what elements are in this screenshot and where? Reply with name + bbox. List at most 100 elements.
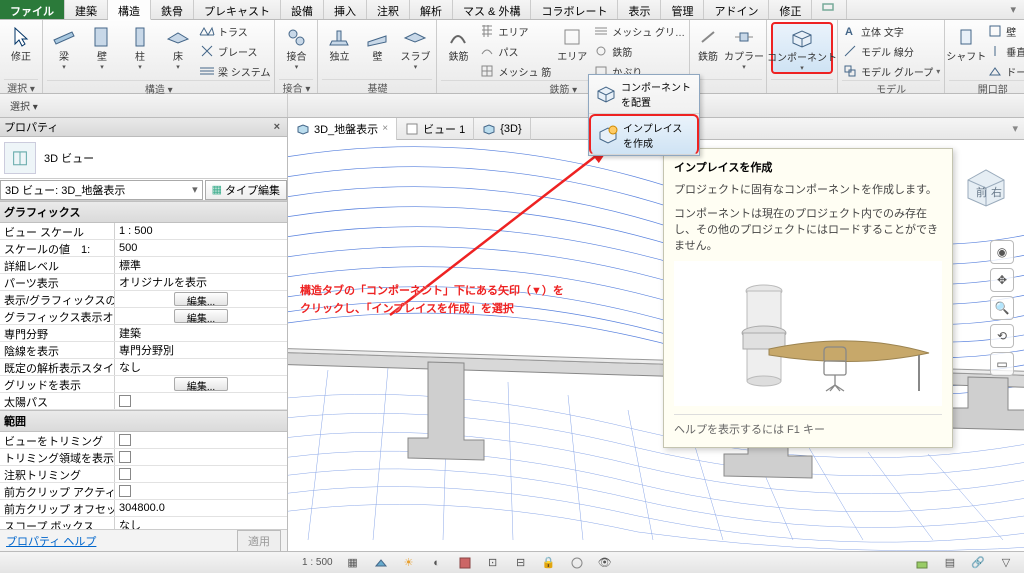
rebar-area-button[interactable]: エリア (479, 22, 551, 40)
tab-architecture[interactable]: 建築 (65, 0, 108, 19)
tab-annotate[interactable]: 注釈 (367, 0, 410, 19)
wall-button[interactable]: 壁▾ (85, 22, 119, 71)
connection-button[interactable]: 接合▾ (279, 22, 313, 71)
rebar2-button[interactable]: 鉄筋 (694, 22, 722, 63)
tab-view[interactable]: 表示 (618, 0, 661, 19)
rebar-meshgrid-button[interactable]: メッシュ グリ… (593, 22, 685, 40)
tab-insert[interactable]: 挿入 (324, 0, 367, 19)
beamsystem-button[interactable]: 梁 システム (199, 62, 270, 80)
open-vert-button[interactable]: 垂直 (987, 42, 1024, 60)
viewtab-3[interactable]: {3D} (474, 118, 530, 140)
slabfound-button[interactable]: スラブ▾ (398, 22, 432, 71)
prop-value[interactable] (115, 432, 287, 448)
viewtab-2[interactable]: ビュー 1 (397, 118, 474, 140)
prop-row[interactable]: 太陽パス (0, 393, 287, 410)
edit-type-button[interactable]: ▦ タイプ編集 (205, 180, 287, 200)
place-component-item[interactable]: コンポーネントを配置 (589, 75, 699, 114)
status-lock-icon[interactable]: 🔒 (537, 555, 561, 571)
viewtabs-overflow-icon[interactable]: ▾ (1006, 122, 1024, 135)
tab-addin[interactable]: アドイン (704, 0, 769, 19)
nav-zoom-button[interactable]: 🔍 (990, 296, 1014, 320)
prop-row[interactable]: 前方クリップ オフセット304800.0 (0, 500, 287, 517)
prop-value[interactable]: 500 (115, 240, 287, 256)
tab-modify[interactable]: 修正 (769, 0, 812, 19)
edit-button[interactable]: 編集... (174, 377, 228, 391)
tab-equipment[interactable]: 設備 (281, 0, 324, 19)
checkbox[interactable] (119, 468, 131, 480)
prop-row[interactable]: 既定の解析表示スタイルなし (0, 359, 287, 376)
status-crop2-icon[interactable]: ⊟ (509, 555, 533, 571)
prop-row[interactable]: トリミング領域を表示 (0, 449, 287, 466)
prop-row[interactable]: スコープ ボックスなし (0, 517, 287, 529)
rebar-button[interactable]: 鉄筋 (441, 22, 475, 63)
status-select-icon[interactable]: ▽ (994, 555, 1018, 571)
prop-value[interactable] (115, 449, 287, 465)
prop-row[interactable]: グラフィックス表示オプション編集... (0, 308, 287, 325)
tab-end[interactable] (812, 0, 847, 19)
prop-row[interactable]: 注釈トリミング (0, 466, 287, 483)
rebar-steel-button[interactable]: 鉄筋 (593, 42, 685, 60)
type-selector[interactable]: ◫ 3D ビュー (0, 137, 287, 179)
tab-steel[interactable]: 鉄骨 (151, 0, 194, 19)
status-temp-icon[interactable] (565, 555, 589, 571)
viewtab-1[interactable]: 3D_地盤表示 × (288, 118, 397, 140)
prop-value[interactable]: 専門分野別 (115, 342, 287, 358)
viewtab-1-close-icon[interactable]: × (382, 123, 388, 134)
column-button[interactable]: 柱▾ (123, 22, 157, 71)
tab-analysis[interactable]: 解析 (410, 0, 453, 19)
tab-file[interactable]: ファイル (0, 0, 65, 19)
checkbox[interactable] (119, 485, 131, 497)
isolated-button[interactable]: 独立 (322, 22, 356, 63)
prop-value[interactable]: 編集... (115, 308, 287, 324)
prop-row[interactable]: パーツ表示オリジナルを表示 (0, 274, 287, 291)
rebar-area2-button[interactable]: エリア (555, 22, 589, 63)
rebar-mesh-button[interactable]: メッシュ 筋 (479, 62, 551, 80)
checkbox[interactable] (119, 451, 131, 463)
modelgroup-button[interactable]: モデル グループ▾ (842, 62, 940, 80)
nav-wheel-button[interactable]: ◉ (990, 240, 1014, 264)
prop-row[interactable]: ビューをトリミング (0, 432, 287, 449)
prop-row[interactable]: 陰線を表示専門分野別 (0, 342, 287, 359)
truss-button[interactable]: トラス (199, 22, 270, 40)
nav-pan-button[interactable]: ✥ (990, 268, 1014, 292)
prop-value[interactable] (115, 483, 287, 499)
status-render-icon[interactable] (453, 555, 477, 571)
status-sun-icon[interactable]: ☀ (397, 555, 421, 571)
dormer-button[interactable]: ドーマ (987, 62, 1024, 80)
edit-button[interactable]: 編集... (174, 309, 228, 323)
tab-collaborate[interactable]: コラボレート (531, 0, 618, 19)
modelline-button[interactable]: モデル 線分 (842, 42, 940, 60)
prop-row[interactable]: スケールの値 1:500 (0, 240, 287, 257)
nav-section-button[interactable]: ▭ (990, 352, 1014, 376)
wallfound-button[interactable]: 壁 (360, 22, 394, 63)
brace-button[interactable]: ブレース (199, 42, 270, 60)
prop-row[interactable]: グリッドを表示編集... (0, 376, 287, 393)
tab-structure[interactable]: 構造 (108, 0, 151, 20)
prop-value[interactable] (115, 393, 287, 409)
status-detail-icon[interactable]: ▦ (341, 555, 365, 571)
status-crop-icon[interactable]: ⊡ (481, 555, 505, 571)
prop-row[interactable]: 詳細レベル標準 (0, 257, 287, 274)
status-link-icon[interactable]: 🔗 (966, 555, 990, 571)
prop-value[interactable] (115, 466, 287, 482)
tab-massing[interactable]: マス & 外構 (453, 0, 531, 19)
prop-value[interactable]: 建築 (115, 325, 287, 341)
checkbox[interactable] (119, 395, 131, 407)
checkbox[interactable] (119, 434, 131, 446)
prop-value[interactable]: オリジナルを表示 (115, 274, 287, 290)
beam-button[interactable]: 梁▾ (47, 22, 81, 71)
tab-help-icon[interactable]: ▾ (1002, 0, 1024, 19)
prop-value[interactable]: なし (115, 517, 287, 529)
tab-precast[interactable]: プレキャスト (194, 0, 281, 19)
prop-value[interactable]: なし (115, 359, 287, 375)
status-workset-icon[interactable] (910, 555, 934, 571)
status-style-icon[interactable] (369, 555, 393, 571)
status-scale[interactable]: 1 : 500 (298, 557, 337, 568)
status-shadow-icon[interactable]: ◐ (425, 555, 449, 571)
viewcube[interactable]: 前 右 (958, 156, 1014, 212)
status-reveal-icon[interactable]: 👁 (593, 555, 617, 571)
component-button[interactable]: コンポーネント▾ (771, 22, 833, 74)
prop-value[interactable]: 標準 (115, 257, 287, 273)
floor-button[interactable]: 床▾ (161, 22, 195, 71)
coupler-button[interactable]: カプラー▾ (726, 22, 762, 71)
